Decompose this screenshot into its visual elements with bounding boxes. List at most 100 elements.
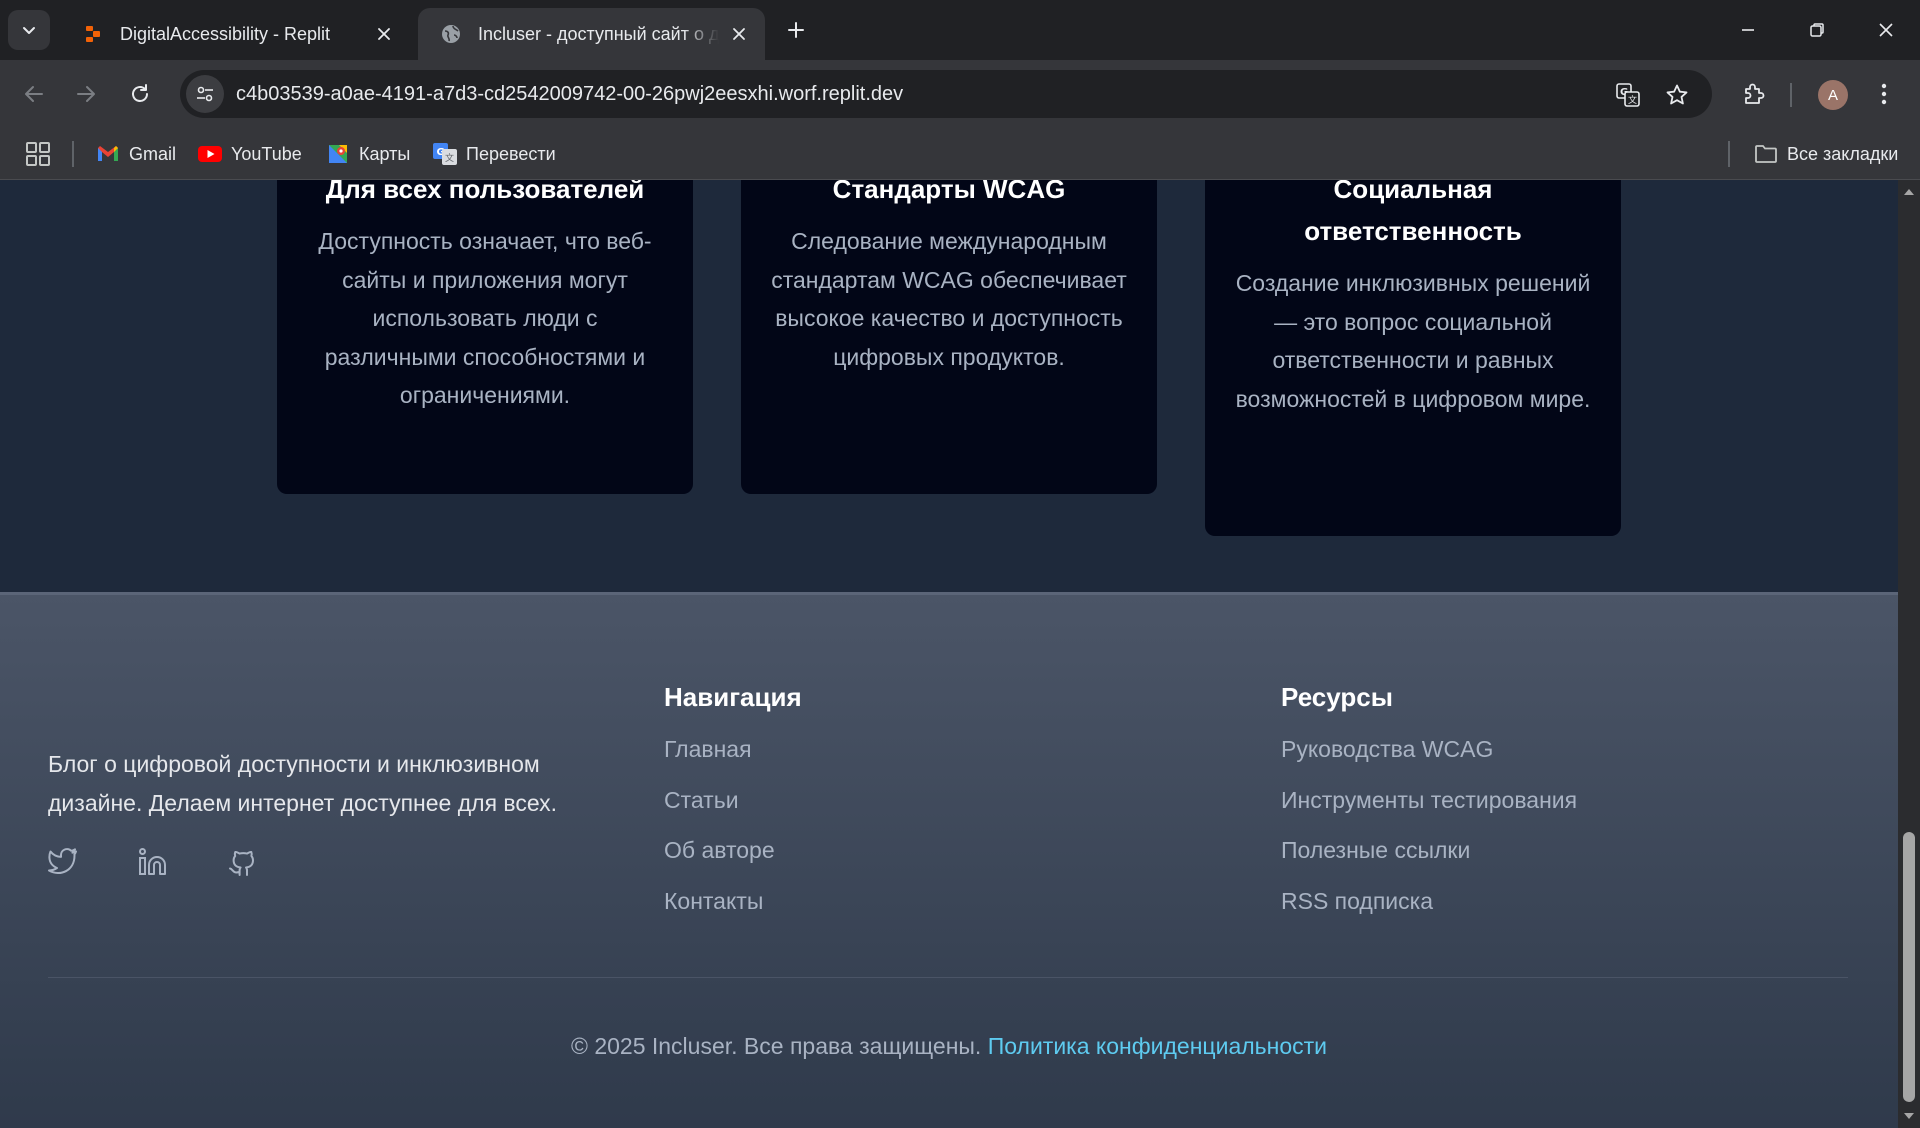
bookmark-label: YouTube: [231, 143, 302, 164]
translate-icon: G文: [433, 142, 457, 166]
feature-card: Социальная ответственность Создание инкл…: [1205, 180, 1621, 536]
replit-icon: [82, 23, 104, 45]
bookmarks-divider: [1728, 141, 1730, 167]
tab-incluser[interactable]: Incluser - доступный сайт о доступности: [418, 8, 765, 60]
url-text: c4b03539-a0ae-4191-a7d3-cd2542009742-00-…: [236, 83, 904, 105]
github-link[interactable]: [226, 845, 260, 879]
reload-button[interactable]: [120, 74, 160, 114]
page-scrollbar[interactable]: [1898, 180, 1920, 1128]
feature-card: Для всех пользователей Доступность означ…: [277, 180, 693, 494]
footer-link-wcag[interactable]: Руководства WCAG: [1281, 734, 1577, 764]
tune-icon: [197, 86, 213, 102]
puzzle-icon: [1745, 83, 1765, 104]
toolbar-divider: [1790, 83, 1792, 107]
footer-navigation: Навигация Главная Статьи Об авторе Конта…: [664, 680, 802, 936]
bookmark-gmail[interactable]: Gmail: [96, 138, 176, 170]
address-bar[interactable]: c4b03539-a0ae-4191-a7d3-cd2542009742-00-…: [180, 70, 1712, 118]
feature-text: Создание инклюзивных решений — это вопро…: [1235, 270, 1591, 412]
footer-divider: [48, 977, 1848, 978]
footer-link-home[interactable]: Главная: [664, 734, 802, 764]
bookmark-youtube[interactable]: YouTube: [198, 138, 302, 170]
translate-icon: G文: [1616, 83, 1640, 107]
copyright-text: © 2025 Incluser. Все права защищены.: [570, 1033, 982, 1059]
menu-button[interactable]: [1866, 76, 1902, 112]
site-footer: Блог о цифровой доступности и инклюзивно…: [0, 592, 1898, 1128]
feature-text: Следование международным стандартам WCAG…: [771, 228, 1127, 370]
footer-resources: Ресурсы Руководства WCAG Инструменты тес…: [1281, 680, 1577, 936]
bookmark-maps[interactable]: Карты: [326, 138, 410, 170]
close-window-button[interactable]: [1864, 10, 1908, 50]
footer-link-contacts[interactable]: Контакты: [664, 886, 802, 916]
extensions-button[interactable]: [1736, 76, 1772, 112]
chevron-down-icon: [23, 27, 35, 34]
close-icon: [1879, 23, 1893, 37]
bookmarks-bar: Gmail YouTube Карты G文 Перевести Все зак…: [0, 128, 1920, 180]
footer-link-useful-links[interactable]: Полезные ссылки: [1281, 835, 1577, 865]
back-button[interactable]: [14, 74, 54, 114]
tab-strip: DigitalAccessibility - Replit Incluser -…: [0, 0, 1920, 60]
page-viewport: Для всех пользователей Доступность означ…: [0, 180, 1898, 1128]
tab-title: Incluser - доступный сайт о доступности: [478, 23, 719, 44]
reload-icon: [132, 84, 148, 102]
globe-icon: [440, 23, 462, 45]
bookmarks-divider: [72, 141, 74, 167]
feature-text: Доступность означает, что веб-сайты и пр…: [318, 228, 652, 408]
feature-title: Для всех пользователей: [325, 180, 645, 204]
footer-resources-heading: Ресурсы: [1281, 682, 1393, 712]
scrollbar-thumb[interactable]: [1903, 832, 1915, 1102]
all-bookmarks-button[interactable]: Все закладки: [1754, 138, 1898, 170]
star-icon: [1666, 84, 1688, 105]
features-section: Для всех пользователей Доступность означ…: [0, 180, 1898, 592]
more-vertical-icon: [1881, 83, 1887, 105]
gmail-icon: [96, 142, 120, 166]
twitter-link[interactable]: [46, 845, 80, 879]
scroll-down-icon[interactable]: [1903, 1110, 1915, 1122]
feature-title: Стандарты WCAG: [832, 180, 1066, 204]
youtube-icon: [198, 142, 222, 166]
bookmark-star-button[interactable]: [1662, 80, 1692, 110]
bookmark-translate[interactable]: G文 Перевести: [433, 138, 556, 170]
bookmark-label: Перевести: [466, 143, 556, 164]
close-icon[interactable]: [727, 22, 751, 46]
minimize-icon: [1742, 29, 1754, 31]
footer-about: Блог о цифровой доступности и инклюзивно…: [48, 751, 558, 816]
plus-icon: [788, 22, 804, 38]
translate-page-button[interactable]: G文: [1613, 80, 1643, 110]
minimize-button[interactable]: [1726, 10, 1770, 50]
tab-title: DigitalAccessibility - Replit: [120, 23, 331, 44]
arrow-left-icon: [25, 86, 43, 102]
apps-grid-icon[interactable]: [24, 140, 52, 168]
close-icon[interactable]: [372, 22, 396, 46]
svg-text:文: 文: [445, 152, 454, 164]
folder-icon: [1754, 142, 1778, 166]
footer-link-rss[interactable]: RSS подписка: [1281, 886, 1577, 916]
footer-copyright-line: © 2025 Incluser. Все права защищены. Пол…: [0, 1033, 1898, 1060]
footer-link-articles[interactable]: Статьи: [664, 785, 802, 815]
footer-link-about[interactable]: Об авторе: [664, 835, 802, 865]
profile-avatar[interactable]: A: [1818, 80, 1848, 110]
footer-nav-heading: Навигация: [664, 682, 802, 712]
restore-button[interactable]: [1795, 10, 1839, 50]
linkedin-icon: [139, 848, 166, 875]
feature-title: Социальная ответственность: [1304, 180, 1522, 246]
github-icon: [229, 850, 254, 876]
scroll-up-icon[interactable]: [1903, 186, 1915, 198]
arrow-right-icon: [77, 86, 95, 102]
maps-icon: [326, 142, 350, 166]
all-bookmarks-label: Все закладки: [1787, 143, 1899, 164]
bookmark-label: Карты: [359, 143, 411, 164]
bookmark-label: Gmail: [129, 143, 177, 164]
privacy-policy-link[interactable]: Политика конфиденциальности: [988, 1033, 1327, 1059]
site-info-button[interactable]: [186, 75, 224, 113]
twitter-icon: [48, 848, 77, 875]
tab-replit[interactable]: DigitalAccessibility - Replit: [60, 8, 410, 60]
linkedin-link[interactable]: [136, 845, 170, 879]
browser-toolbar: c4b03539-a0ae-4191-a7d3-cd2542009742-00-…: [0, 60, 1920, 128]
restore-icon: [1810, 23, 1824, 37]
svg-text:文: 文: [1628, 94, 1637, 106]
tab-search-button[interactable]: [8, 10, 50, 50]
feature-card: Стандарты WCAG Следование международным …: [741, 180, 1157, 494]
new-tab-button[interactable]: [780, 14, 812, 46]
forward-button[interactable]: [66, 74, 106, 114]
footer-link-testing-tools[interactable]: Инструменты тестирования: [1281, 785, 1577, 815]
